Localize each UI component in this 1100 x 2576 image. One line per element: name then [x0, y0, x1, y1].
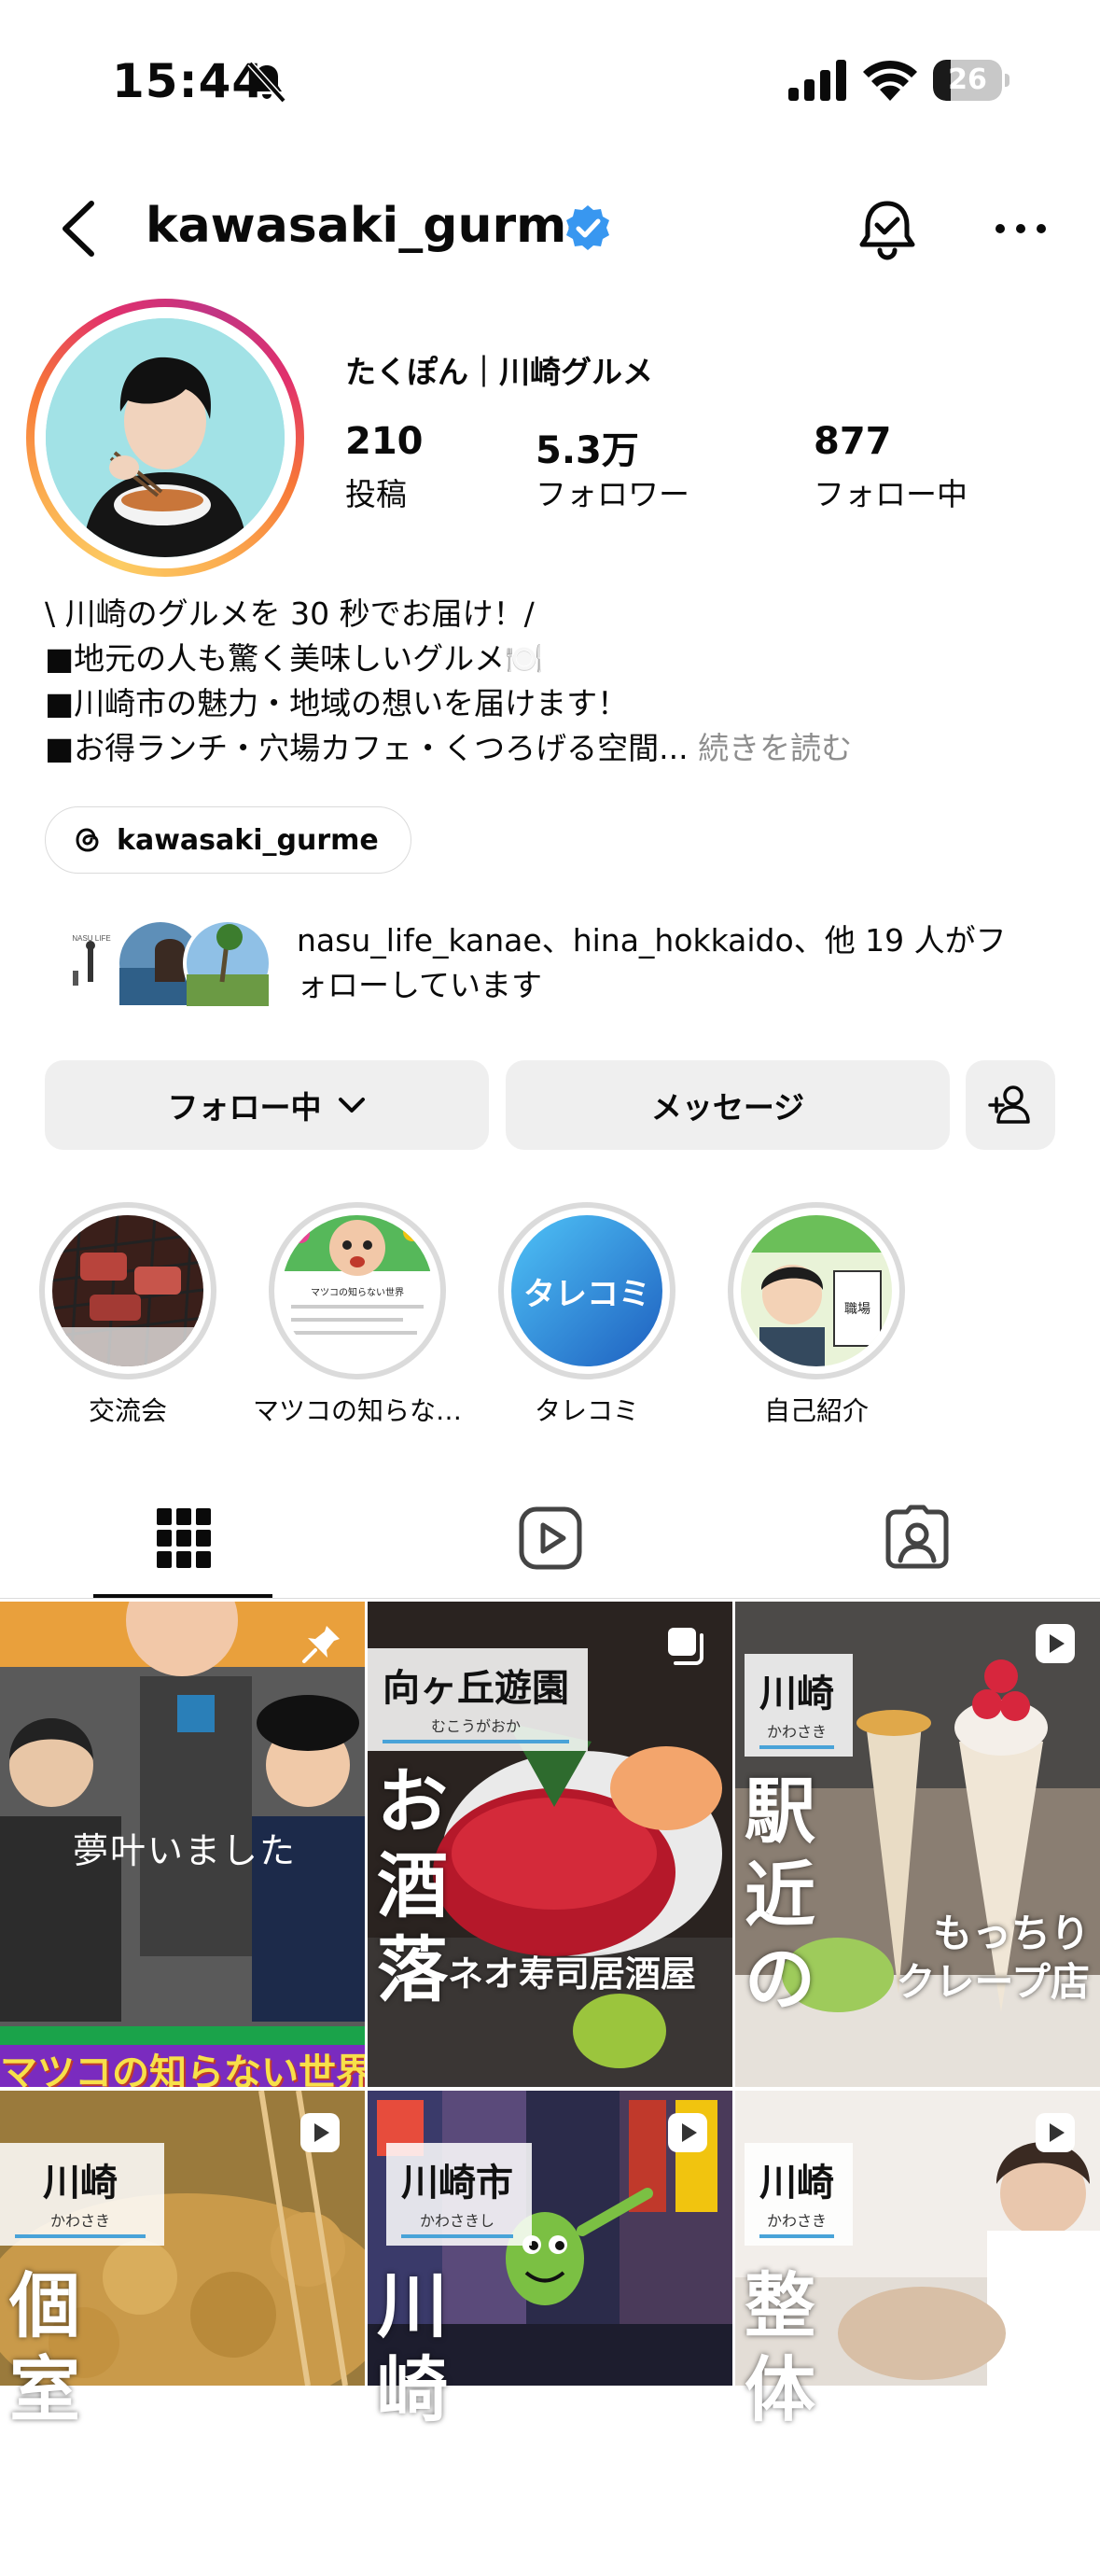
bio-line-2: ■地元の人も驚く美味しいグルメ🍽️: [45, 640, 544, 677]
post-2-title: 向ヶ丘遊園: [383, 1667, 569, 1710]
highlight-2[interactable]: マツコの知らない世界: [269, 1202, 446, 1379]
post-tile-4[interactable]: 川崎 かわさき 個室: [0, 2091, 365, 2576]
back-chevron-icon[interactable]: [56, 196, 103, 261]
following-button[interactable]: フォロー中: [45, 1060, 489, 1150]
carousel-icon: [668, 1628, 703, 1665]
highlight-3[interactable]: タレコミ: [498, 1202, 675, 1379]
post-4-reading: かわさき: [15, 2208, 146, 2238]
highlight-4-thumbnail: 職場: [741, 1215, 892, 1366]
highlight-4[interactable]: 職場: [728, 1202, 905, 1379]
highlight-2-inner-text: マツコの知らない世界: [311, 1286, 404, 1298]
bio-line-3: ■川崎市の魅力・地域の想いを届けます！: [45, 685, 629, 721]
threads-icon: [76, 828, 99, 852]
post-3-caption: もっちり クレープ店: [828, 1910, 1090, 2007]
highlight-1-label: 交流会: [88, 1395, 167, 1426]
profile-avatar[interactable]: [26, 299, 304, 577]
bio-line-4: ■お得ランチ・穴場カフェ・くつろげる空間... 続きを読む: [45, 726, 852, 771]
post-6-reading: かわさき: [759, 2208, 834, 2238]
status-time: 15:44: [112, 54, 266, 108]
mutual-text-line-1: nasu_life_kanae、hina_hokkaido、他 19 人がフ: [297, 922, 1007, 959]
active-tab-indicator: [93, 1594, 272, 1598]
mutual-followers-avatars[interactable]: NASU LIFE: [45, 917, 278, 1010]
post-1-banner-text: マツコの知らない世界: [0, 2051, 365, 2087]
following-label[interactable]: フォロー中: [814, 469, 968, 514]
post-6-title-box: 川崎 かわさき: [745, 2143, 853, 2246]
message-button-label: メッセージ: [650, 1089, 805, 1126]
more-options-icon[interactable]: [993, 215, 1049, 243]
wifi-icon: [863, 60, 917, 101]
pin-icon: [302, 1626, 340, 1663]
chevron-down-icon: [338, 1098, 365, 1113]
post-5-title: 川崎市: [401, 2162, 513, 2205]
post-2-big-text: お酒落: [377, 1760, 448, 2011]
post-tile-2[interactable]: 向ヶ丘遊園 むこうがおか お酒落 ネオ寿司居酒屋: [368, 1602, 732, 2087]
threads-handle: kawasaki_gurme: [117, 823, 379, 857]
grid-tab-icon[interactable]: [157, 1508, 211, 1568]
battery-level: 26: [948, 63, 987, 96]
display-name: たくぽん｜川崎グルメ: [345, 354, 653, 390]
reel-icon: [1036, 1624, 1075, 1663]
post-3-reading: かわさき: [759, 1719, 834, 1749]
following-button-label: フォロー中: [167, 1089, 322, 1126]
following-count[interactable]: 877: [814, 420, 892, 463]
tagged-tab-icon[interactable]: [884, 1505, 950, 1570]
followers-count[interactable]: 5.3万: [536, 420, 639, 474]
highlight-4-label: 自己紹介: [763, 1395, 869, 1426]
add-person-icon: [988, 1085, 1030, 1124]
highlight-1-thumbnail: [52, 1215, 203, 1366]
battery-indicator: 26: [933, 60, 1009, 101]
post-3-caption-line-2: クレープ店: [896, 1959, 1090, 2005]
reel-icon: [300, 2113, 340, 2152]
post-2-reading: むこうがおか: [383, 1714, 569, 1743]
post-5-reading: かわさきし: [401, 2208, 513, 2238]
post-1-overlay-text: 夢叶いました: [73, 1830, 298, 1871]
post-3-title-box: 川崎 かわさき: [745, 1654, 853, 1757]
post-tile-5[interactable]: 川崎市 かわさきし 川崎: [368, 2091, 732, 2576]
bio-line-1: \ 川崎のグルメを 30 秒でお届け！/: [45, 595, 535, 632]
highlight-2-label: マツコの知らな…: [252, 1395, 462, 1426]
post-tile-6[interactable]: 川崎 かわさき 整体: [735, 2091, 1100, 2576]
post-6-title: 川崎: [759, 2162, 834, 2205]
post-5-big-text: 川崎: [377, 2264, 448, 2431]
post-tile-1[interactable]: 夢叶いました マツコの知らない世界: [0, 1602, 365, 2087]
post-4-title: 川崎: [43, 2162, 118, 2205]
cellular-signal-icon: [788, 60, 846, 101]
bio-line-4-text: ■お得ランチ・穴場カフェ・くつろげる空間...: [45, 730, 689, 766]
highlight-3-inner-text: タレコミ: [523, 1275, 650, 1313]
bell-off-icon: [247, 61, 286, 104]
highlight-3-label: タレコミ: [534, 1395, 639, 1426]
post-3-caption-line-1: もっちり: [932, 1911, 1090, 1956]
post-3-title: 川崎: [759, 1673, 834, 1715]
threads-link[interactable]: kawasaki_gurme: [45, 806, 411, 874]
post-2-caption: ネオ寿司居酒屋: [448, 1953, 697, 1995]
message-button[interactable]: メッセージ: [506, 1060, 950, 1150]
reel-icon: [1036, 2113, 1075, 2152]
reel-icon: [668, 2113, 707, 2152]
notification-bell-icon[interactable]: [855, 196, 920, 263]
suggested-users-button[interactable]: [966, 1060, 1055, 1150]
reels-tab-icon[interactable]: [519, 1506, 582, 1570]
highlight-1[interactable]: [39, 1202, 216, 1379]
post-6-big-text: 整体: [745, 2264, 815, 2431]
post-3-big-text: 駅近の: [745, 1770, 815, 2021]
post-4-big-text: 個室: [9, 2264, 80, 2431]
verified-badge-icon: [566, 205, 609, 250]
posts-label: 投稿: [345, 476, 407, 512]
post-4-title-box: 川崎 かわさき: [0, 2143, 164, 2246]
profile-username: kawasaki_gurme: [146, 198, 600, 254]
post-tile-3[interactable]: 川崎 かわさき 駅近の もっちり クレープ店: [735, 1602, 1100, 2087]
bio-more-link[interactable]: 続きを読む: [698, 730, 852, 766]
posts-count: 210: [345, 420, 424, 463]
post-2-title-box: 向ヶ丘遊園 むこうがおか: [368, 1648, 588, 1751]
mutual-text-line-2: ォローしています: [297, 967, 543, 1003]
followers-label[interactable]: フォロワー: [536, 469, 689, 514]
highlight-2-thumbnail: マツコの知らない世界: [282, 1215, 433, 1366]
post-5-title-box: 川崎市 かわさきし: [386, 2143, 532, 2246]
mutual-followers-text[interactable]: nasu_life_kanae、hina_hokkaido、他 19 人がフ ォ…: [297, 918, 1071, 1008]
highlight-4-inner-text: 職場: [844, 1302, 870, 1317]
avatar-illustration: [46, 318, 285, 557]
